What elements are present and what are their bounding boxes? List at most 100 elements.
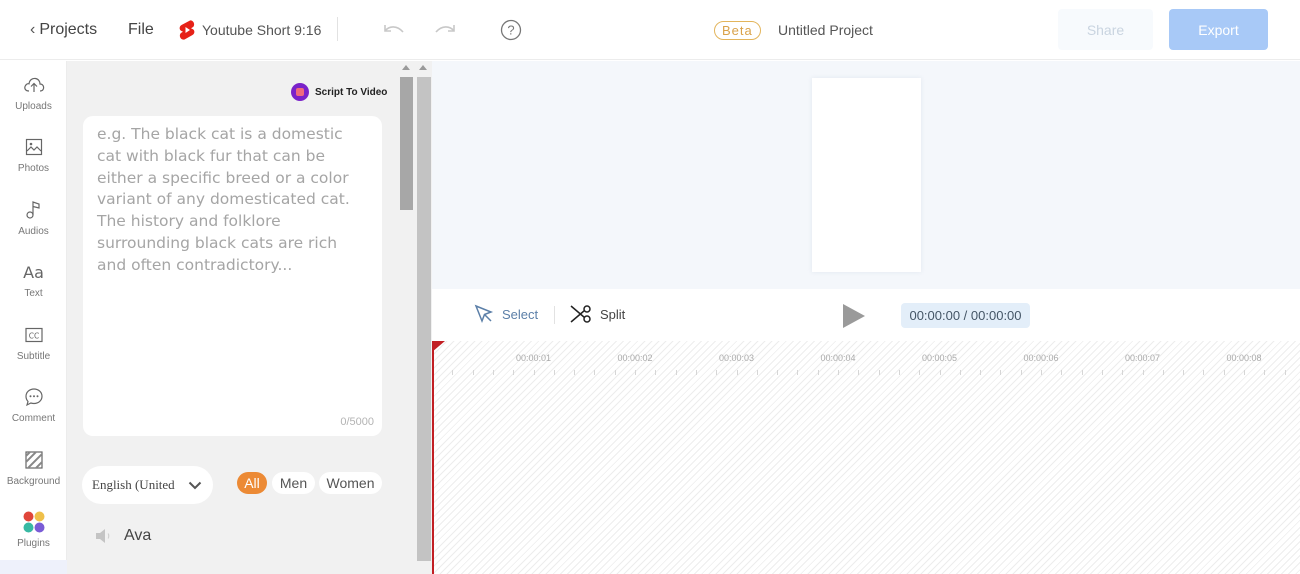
sidebar-label: Plugins — [17, 538, 50, 549]
scissors-icon — [570, 305, 591, 323]
timeline-tick — [1041, 370, 1042, 375]
sidebar-label: Audios — [18, 226, 49, 237]
cc-icon: CC — [24, 323, 43, 347]
video-canvas[interactable] — [812, 78, 921, 272]
beta-label: Beta — [714, 20, 761, 40]
timeline-tick — [472, 370, 474, 375]
timeline-tick — [1203, 370, 1205, 375]
timeline-tick-label: 00:00:08 — [1226, 353, 1262, 363]
sidebar-item-plugins[interactable]: Plugins — [0, 500, 67, 560]
playhead[interactable] — [432, 341, 434, 574]
script-input[interactable]: e.g. The black cat is a domestic cat wit… — [83, 116, 382, 436]
redo-icon — [435, 25, 455, 33]
timeline-tick — [817, 370, 819, 375]
sidebar-label: Background — [6, 476, 61, 487]
page-scrollbar[interactable] — [416, 61, 431, 574]
beta-badge: Beta — [714, 0, 761, 60]
sidebar-item-background[interactable]: Background — [0, 438, 67, 498]
timeline-tick — [1122, 370, 1124, 375]
svg-text:CC: CC — [28, 332, 38, 341]
help-icon: ? — [500, 19, 522, 41]
undo-icon — [384, 25, 404, 33]
timecode-display: 00:00:00 / 00:00:00 — [901, 303, 1030, 328]
language-value: English (United States) — [92, 477, 178, 492]
scrollbar-thumb[interactable] — [400, 77, 413, 210]
sidebar-item-audios[interactable]: Audios — [0, 188, 67, 248]
timeline-tick-label: 00:00:05 — [921, 353, 958, 363]
timeline-tick — [492, 370, 494, 375]
voice-name: Ava — [124, 527, 152, 544]
sidebar-item-subtitle[interactable]: CC Subtitle — [0, 313, 67, 373]
timeline-tick — [635, 370, 636, 375]
timeline-toolbar: Select Split 00:00:00 / 00:00:00 — [432, 289, 1300, 341]
music-note-icon — [25, 198, 43, 222]
script-to-video-icon — [291, 83, 309, 101]
timeline-tick — [1101, 370, 1103, 375]
help-button[interactable]: ? — [500, 0, 522, 60]
sidebar-item-uploads[interactable]: Uploads — [0, 63, 67, 123]
export-button[interactable]: Export — [1169, 9, 1268, 50]
timeline-tick — [838, 370, 839, 375]
timeline-tick — [756, 370, 758, 375]
timeline-tick-label: 00:00:07 — [1124, 353, 1161, 363]
svg-text:?: ? — [507, 23, 514, 38]
script-panel: Script To Video e.g. The black cat is a … — [67, 61, 432, 574]
timeline-tick-label: 00:00:03 — [718, 353, 755, 363]
plugins-dots-icon — [22, 510, 46, 534]
timeline-tick — [980, 370, 982, 375]
timeline-tick — [777, 370, 779, 375]
preview-area — [432, 61, 1300, 289]
redo-button[interactable] — [433, 0, 457, 60]
timeline-tick — [1061, 370, 1063, 375]
timeline-tick — [1223, 370, 1225, 375]
file-menu[interactable]: File — [128, 0, 154, 60]
scrollbar-thumb[interactable] — [417, 77, 431, 561]
playhead-flag-icon[interactable] — [432, 341, 445, 352]
youtube-shorts-icon — [179, 20, 195, 40]
select-label: Select — [502, 306, 539, 322]
project-title[interactable]: Untitled Project — [778, 0, 873, 60]
sidebar-item-text[interactable]: Aa Text — [0, 250, 67, 310]
sidebar-label: Comment — [11, 413, 56, 424]
filter-women-chip[interactable]: Women — [319, 472, 382, 494]
split-label: Split — [600, 306, 626, 322]
panel-scrollbar[interactable] — [399, 61, 413, 574]
select-tool-button[interactable]: Select — [474, 304, 538, 324]
timeline-tick-label: 00:00:04 — [820, 353, 856, 363]
divider — [337, 17, 338, 41]
timeline-tick-label: 00:00:06 — [1023, 353, 1059, 363]
scroll-up-arrow-icon[interactable] — [402, 65, 410, 70]
divider — [554, 306, 555, 324]
script-to-video-badge[interactable]: Script To Video — [291, 83, 387, 101]
timeline-tick — [655, 370, 657, 375]
sidebar-label: Uploads — [15, 101, 52, 112]
split-tool-button[interactable]: Split — [570, 304, 625, 324]
sidebar-active-indicator — [0, 560, 67, 574]
scroll-up-arrow-icon[interactable] — [419, 65, 427, 70]
chevron-down-icon — [188, 481, 202, 489]
left-sidebar: Uploads Photos Audios Aa Text CC Subtitl… — [0, 61, 67, 574]
timeline-tick — [898, 370, 900, 375]
character-count: 0/5000 — [340, 416, 374, 428]
timeline-tick — [1284, 370, 1286, 375]
format-selector[interactable]: Youtube Short 9:16 — [178, 0, 321, 60]
sidebar-item-comment[interactable]: Comment — [0, 375, 67, 435]
text-aa-icon: Aa — [23, 262, 44, 282]
voice-item[interactable]: Ava — [95, 527, 151, 545]
timeline-tick — [1162, 370, 1164, 375]
undo-button[interactable] — [382, 0, 406, 60]
share-button[interactable]: Share — [1058, 9, 1153, 50]
back-to-projects-link[interactable]: ‹ Projects — [30, 0, 97, 60]
sidebar-label: Photos — [17, 163, 50, 174]
language-select[interactable]: English (United States) — [82, 466, 213, 504]
background-stripes-icon — [24, 448, 43, 472]
timeline-tick — [574, 370, 576, 375]
timeline-track-area[interactable]: 00:00:01 00:00:02 00:00:03 00:00:04 00:00:05… — [432, 341, 1300, 574]
filter-men-chip[interactable]: Men — [272, 472, 315, 494]
filter-all-chip[interactable]: All — [237, 472, 267, 494]
timeline-tick — [513, 370, 515, 375]
timeline-tick — [878, 370, 880, 375]
play-button[interactable] — [842, 303, 866, 334]
sidebar-item-photos[interactable]: Photos — [0, 125, 67, 185]
timeline-tick — [695, 370, 697, 375]
